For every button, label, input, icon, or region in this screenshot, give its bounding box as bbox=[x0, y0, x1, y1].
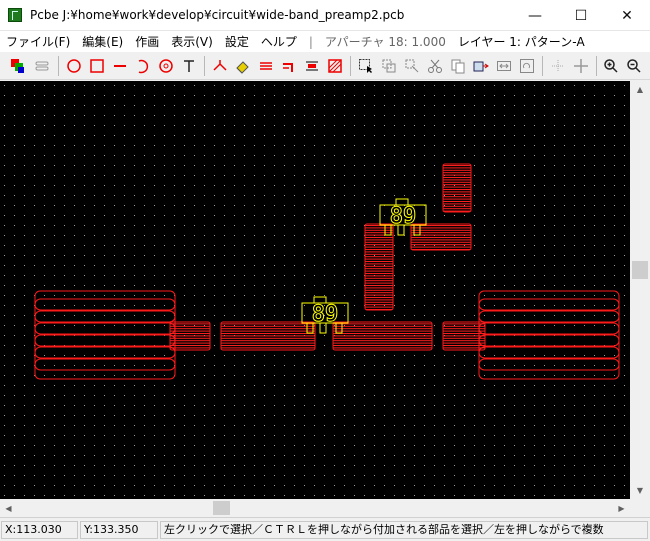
copy-region-icon[interactable] bbox=[379, 56, 399, 76]
menu-separator: | bbox=[308, 34, 313, 49]
crosshair-icon[interactable] bbox=[571, 56, 591, 76]
move-icon[interactable] bbox=[402, 56, 422, 76]
menu-view[interactable]: 表示(V) bbox=[165, 33, 219, 50]
layer-indicator: レイヤー 1: パターン-A bbox=[457, 35, 585, 49]
trace-pad-right[interactable] bbox=[442, 321, 486, 351]
title-bar: Pcbe J:¥home¥work¥develop¥circuit¥wide-b… bbox=[0, 0, 650, 31]
grid-dots bbox=[0, 81, 630, 499]
toolbar-separator bbox=[350, 56, 351, 76]
minimize-button[interactable]: — bbox=[512, 0, 558, 31]
status-message: 左クリックで選択／ＣＴＲＬを押しながら付加される部品を選択／左を押しながらで複数 bbox=[160, 521, 648, 539]
status-y-coordinate: Y:133.350 bbox=[80, 521, 158, 539]
layer-toggle-icon[interactable] bbox=[32, 56, 52, 76]
rotate-icon[interactable] bbox=[517, 56, 537, 76]
toolbar-separator bbox=[596, 56, 597, 76]
trace-pad-mid-right[interactable] bbox=[332, 321, 433, 351]
zoom-out-icon[interactable] bbox=[624, 56, 644, 76]
junction-icon[interactable] bbox=[210, 56, 230, 76]
horizontal-scrollbar[interactable]: ◀ ▶ bbox=[0, 499, 630, 517]
trace-pad-left[interactable] bbox=[169, 321, 211, 351]
text-icon[interactable] bbox=[179, 56, 199, 76]
menu-settings[interactable]: 設定 bbox=[219, 33, 255, 50]
layer-color-icon[interactable] bbox=[8, 56, 28, 76]
horizontal-scroll-thumb[interactable] bbox=[213, 501, 230, 515]
fill-icon[interactable] bbox=[325, 56, 345, 76]
transistor-q2-label: 89 bbox=[390, 204, 417, 229]
vertical-scrollbar[interactable]: ▲ ▼ bbox=[630, 81, 650, 499]
eraser-icon[interactable] bbox=[233, 56, 253, 76]
app-icon bbox=[8, 8, 22, 22]
menu-draw[interactable]: 作画 bbox=[129, 33, 165, 50]
pcb-canvas[interactable]: 89 89 bbox=[0, 81, 630, 499]
menu-bar: ファイル(F) 編集(E) 作画 表示(V) 設定 ヘルプ | アパーチャ 18… bbox=[0, 31, 650, 52]
trace-pad-mid-left[interactable] bbox=[220, 321, 316, 351]
arc-icon[interactable] bbox=[133, 56, 153, 76]
scroll-left-arrow-icon[interactable]: ◀ bbox=[0, 499, 17, 517]
pad-icon[interactable] bbox=[156, 56, 176, 76]
cut-icon[interactable] bbox=[425, 56, 445, 76]
menu-help[interactable]: ヘルプ bbox=[255, 33, 303, 50]
transistor-q1-label: 89 bbox=[312, 302, 339, 327]
aperture-indicator: アパーチャ 18: 1.000 bbox=[324, 35, 446, 49]
copy-icon[interactable] bbox=[448, 56, 468, 76]
status-x-coordinate: X:113.030 bbox=[1, 521, 78, 539]
select-icon[interactable] bbox=[356, 56, 376, 76]
window-title: Pcbe J:¥home¥work¥develop¥circuit¥wide-b… bbox=[30, 8, 405, 22]
toolbar bbox=[0, 52, 650, 80]
scroll-down-arrow-icon[interactable]: ▼ bbox=[630, 482, 650, 499]
scrollbar-corner bbox=[630, 499, 650, 517]
close-button[interactable]: ✕ bbox=[604, 0, 650, 31]
circle-icon[interactable] bbox=[64, 56, 84, 76]
trace-pad-top[interactable] bbox=[442, 163, 472, 213]
mirror-icon[interactable] bbox=[494, 56, 514, 76]
toolbar-separator bbox=[542, 56, 543, 76]
trace-pad-vertical[interactable] bbox=[364, 223, 394, 311]
menu-file[interactable]: ファイル(F) bbox=[0, 33, 76, 50]
toolbar-separator bbox=[204, 56, 205, 76]
via-icon[interactable] bbox=[302, 56, 322, 76]
maximize-button[interactable]: ☐ bbox=[558, 0, 604, 31]
toolbar-separator bbox=[58, 56, 59, 76]
vertical-scroll-thumb[interactable] bbox=[632, 261, 648, 279]
menu-edit[interactable]: 編集(E) bbox=[76, 33, 129, 50]
bus-icon[interactable] bbox=[256, 56, 276, 76]
rectangle-icon[interactable] bbox=[87, 56, 107, 76]
scroll-right-arrow-icon[interactable]: ▶ bbox=[613, 499, 630, 517]
paste-icon[interactable] bbox=[471, 56, 491, 76]
status-bar: X:113.030 Y:133.350 左クリックで選択／ＣＴＲＬを押しながら付… bbox=[0, 517, 650, 541]
zoom-in-icon[interactable] bbox=[601, 56, 621, 76]
line-icon[interactable] bbox=[110, 56, 130, 76]
grid-icon[interactable] bbox=[548, 56, 568, 76]
scroll-up-arrow-icon[interactable]: ▲ bbox=[630, 81, 650, 98]
corner-icon[interactable] bbox=[279, 56, 299, 76]
